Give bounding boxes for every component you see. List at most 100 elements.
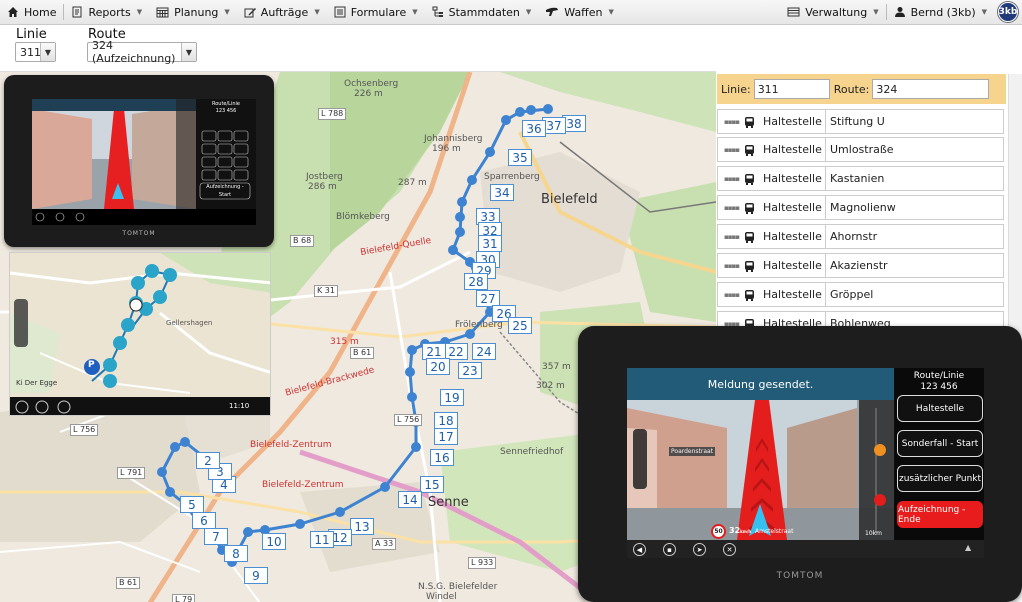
place-bielefeld: Bielefeld	[541, 192, 598, 207]
panel-scrollbar[interactable]	[1008, 74, 1022, 336]
zusaetzlicher-punkt-button[interactable]: zusätzlicher Punkt	[897, 465, 983, 492]
nav-reports[interactable]: Reports ▼	[64, 0, 149, 25]
chevron-down-icon: ▼	[981, 8, 987, 16]
stop-name[interactable]: Stiftung U	[825, 110, 1003, 133]
nav-stammdaten[interactable]: Stammdaten ▼	[425, 0, 539, 25]
stop-row[interactable]: ▪▪▪▪ Haltestelle Magnolienw	[717, 195, 1004, 220]
nav-waffen[interactable]: Waffen ▼	[538, 0, 621, 25]
place-m315: 315 m	[330, 337, 359, 347]
stop-row[interactable]: ▪▪▪▪ Haltestelle Stiftung U	[717, 109, 1004, 134]
stop-row[interactable]: ▪▪▪▪ Haltestelle Kastanien	[717, 166, 1004, 191]
stop-row[interactable]: ▪▪▪▪ Haltestelle Ahornstr	[717, 224, 1004, 249]
hierarchy-icon	[432, 6, 443, 17]
small-rec-start-button[interactable]: Aufzeichnung - Start	[200, 183, 250, 199]
drag-handle-icon[interactable]: ▪▪▪▪	[724, 175, 740, 183]
stop-label[interactable]: 2	[196, 452, 220, 469]
stop-label[interactable]: 6	[192, 512, 216, 529]
back-icon[interactable]: ◀	[633, 543, 646, 556]
mute-icon[interactable]: ✕	[723, 543, 736, 556]
stop-row[interactable]: ▪▪▪▪ Haltestelle Gröppel	[717, 282, 1004, 307]
stop-label[interactable]: 36	[522, 120, 546, 137]
route-select[interactable]: 324 (Aufzeichnung) ▼	[87, 39, 197, 65]
stop-name[interactable]: Gröppel	[825, 283, 1003, 306]
stop-label[interactable]: 8	[224, 545, 248, 562]
nav-home-label: Home	[24, 5, 57, 19]
nav-home[interactable]: Home	[0, 0, 63, 25]
nav-auftraege[interactable]: Aufträge ▼	[237, 0, 327, 25]
stop-label[interactable]: 17	[434, 428, 458, 445]
stop-label[interactable]: 19	[440, 389, 464, 406]
stop-name[interactable]: Akazienstr	[825, 254, 1003, 277]
phone-time: 11:10	[229, 402, 250, 410]
road-label: K 31	[314, 285, 338, 297]
nav-user[interactable]: Bernd (3kb) ▼	[887, 0, 994, 25]
road-label: L 756	[70, 424, 99, 436]
panel-route-label: Route:	[833, 82, 870, 96]
chevron-down-icon: ▼	[40, 43, 55, 61]
nav-planung[interactable]: Planung ▼	[149, 0, 237, 25]
stop-name[interactable]: Kastanien	[825, 167, 1003, 190]
panel-linie-label: Linie:	[721, 82, 751, 96]
place-m357: 357 m	[542, 362, 571, 372]
nav-verwaltung[interactable]: Verwaltung ▼	[780, 0, 885, 25]
navigation-icon[interactable]: ➤	[693, 543, 706, 556]
nav-reports-label: Reports	[88, 5, 131, 19]
drag-handle-icon[interactable]: ▪▪▪▪	[724, 233, 740, 241]
stop-row[interactable]: ▪▪▪▪ Haltestelle Akazienstr	[717, 253, 1004, 278]
stop-label[interactable]: 25	[508, 317, 532, 334]
stop-name[interactable]: Umlostraße	[825, 138, 1003, 161]
expand-icon[interactable]: ▲	[965, 543, 971, 552]
stop-label[interactable]: 14	[398, 491, 422, 508]
tomtom-logo: TOMTOM	[776, 571, 824, 581]
bus-icon	[745, 289, 754, 301]
stop-type: Haltestelle	[763, 288, 822, 301]
drag-handle-icon[interactable]: ▪▪▪▪	[724, 262, 740, 270]
stop-type: Haltestelle	[763, 115, 822, 128]
stop-label[interactable]: 7	[204, 528, 228, 545]
phone-map	[10, 253, 270, 415]
drag-handle-icon[interactable]: ▪▪▪▪	[724, 118, 740, 126]
company-logo: 3kb	[998, 2, 1018, 22]
current-speed-value: 32	[729, 526, 741, 535]
drag-handle-icon[interactable]: ▪▪▪▪	[724, 291, 740, 299]
nav-formulare[interactable]: Formulare ▼	[327, 0, 425, 25]
chevron-down-icon: ▼	[136, 8, 143, 16]
stop-label[interactable]: 5	[180, 496, 204, 513]
stop-label[interactable]: 13	[350, 518, 374, 535]
stop-label[interactable]: 23	[458, 362, 482, 379]
route-header-label: Route/Linie	[913, 371, 965, 381]
nav-right: Verwaltung ▼ Bernd (3kb) ▼ 3kb	[780, 0, 1022, 25]
sonderfall-start-button[interactable]: Sonderfall - Start	[897, 430, 983, 457]
aufzeichnung-ende-button[interactable]: Aufzeichnung - Ende	[897, 501, 983, 528]
stop-label[interactable]: 16	[430, 449, 454, 466]
route-header: Route/Linie 123 456	[894, 368, 984, 396]
panel-linie-input[interactable]: 311	[753, 79, 830, 99]
chevron-down-icon: ▼	[525, 8, 532, 16]
stop-label[interactable]: 31	[478, 235, 502, 252]
stop-label[interactable]: 20	[426, 358, 450, 375]
route-stops-panel: Linie: 311 Route: 324 ▪▪▪▪ Haltestelle S…	[717, 74, 1022, 336]
stop-row[interactable]: ▪▪▪▪ Haltestelle Umlostraße	[717, 137, 1004, 162]
stop-name[interactable]: Magnolienw	[825, 196, 1003, 219]
drag-handle-icon[interactable]: ▪▪▪▪	[724, 146, 740, 154]
stop-label[interactable]: 9	[244, 567, 268, 584]
stop-label[interactable]: 18	[434, 412, 458, 429]
road-label: L 756	[394, 414, 423, 426]
stop-label[interactable]: 28	[464, 273, 488, 290]
stop-label[interactable]: 15	[420, 476, 444, 493]
bus-icon	[745, 144, 754, 156]
panel-route-input[interactable]: 324	[872, 79, 990, 99]
haltestelle-button[interactable]: Haltestelle	[897, 395, 983, 422]
tomtom-device-small: Route/Linie 123 456 Aufzeichnung - Start…	[4, 75, 274, 247]
chevron-down-icon: ▼	[412, 8, 418, 16]
stop-label[interactable]: 34	[490, 184, 514, 201]
stop-name[interactable]: Ahornstr	[825, 225, 1003, 248]
linie-select[interactable]: 311 ▼	[15, 42, 56, 62]
linie-select-value: 311	[20, 45, 41, 59]
stop-label[interactable]: 11	[310, 531, 334, 548]
stop-label[interactable]: 10	[262, 533, 286, 550]
stop-label[interactable]: 24	[472, 343, 496, 360]
menu-icon[interactable]: ▪	[663, 543, 676, 556]
drag-handle-icon[interactable]: ▪▪▪▪	[724, 204, 740, 212]
stop-label[interactable]: 35	[508, 149, 532, 166]
